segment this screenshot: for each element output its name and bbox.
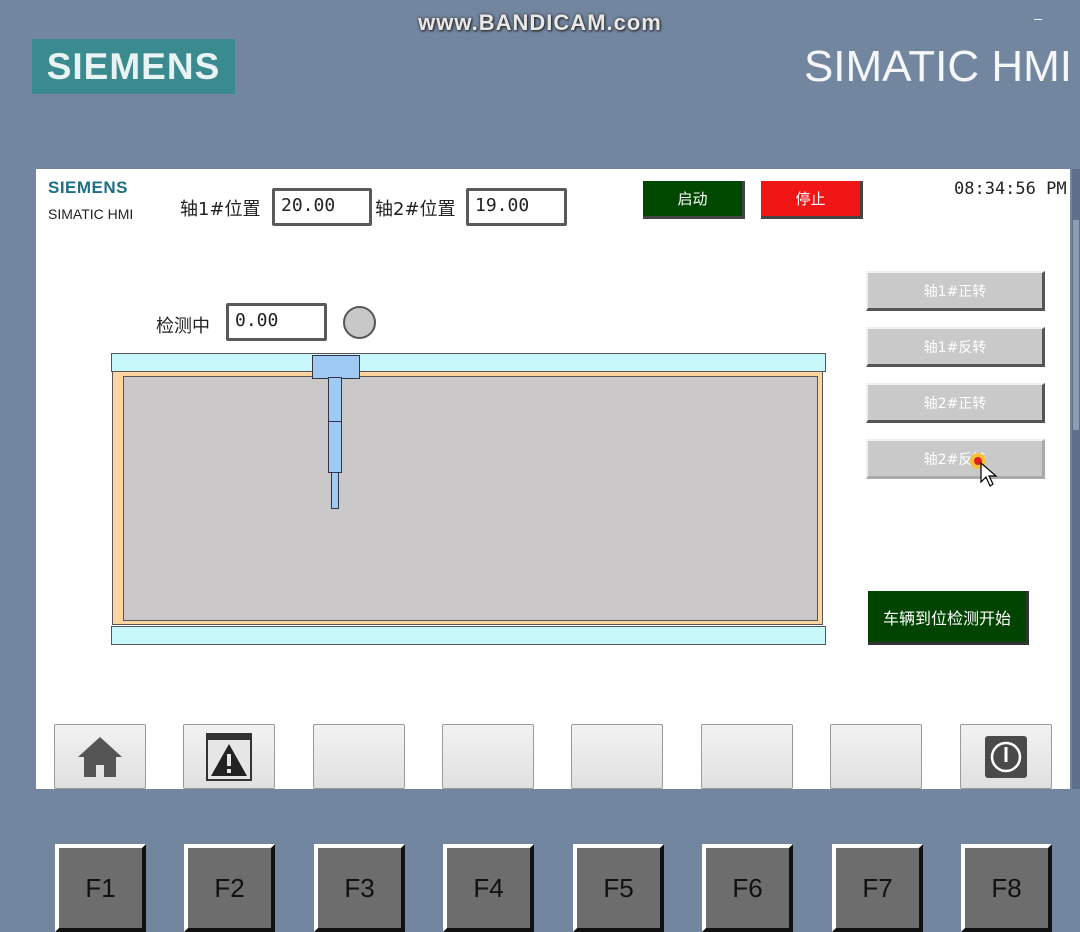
home-button[interactable]: [54, 724, 146, 789]
recording-watermark: www.BANDICAM.com: [418, 10, 662, 35]
f1-key[interactable]: F1: [55, 844, 146, 932]
f3-key[interactable]: F3: [314, 844, 405, 932]
axis1-position-field[interactable]: 20.00: [272, 188, 372, 226]
inspection-bay: [123, 376, 818, 621]
top-rail: [111, 353, 826, 372]
f2-key[interactable]: F2: [184, 844, 275, 932]
f5-key[interactable]: F5: [573, 844, 664, 932]
stop-button[interactable]: 停止: [761, 181, 863, 219]
hmi-screen: SIEMENS SIMATIC HMI 轴1#位置 20.00 轴2#位置 19…: [36, 169, 1070, 789]
mouse-cursor-icon: [980, 462, 998, 487]
axis2-position-label: 轴2#位置: [375, 199, 456, 220]
f7-key[interactable]: F7: [832, 844, 923, 932]
screen-button-3[interactable]: [313, 724, 405, 789]
power-icon: [985, 735, 1027, 778]
axis2-position-field[interactable]: 19.00: [466, 188, 567, 226]
f8-key[interactable]: F8: [961, 844, 1052, 932]
alarm-view-button[interactable]: [183, 724, 275, 789]
start-button[interactable]: 启动: [643, 181, 745, 219]
scrollbar-thumb[interactable]: [1073, 220, 1079, 430]
screen-siemens-logo: SIEMENS: [48, 178, 129, 197]
screen-button-6[interactable]: [701, 724, 793, 789]
axis1-forward-button[interactable]: 轴1#正转: [866, 271, 1045, 311]
vehicle-detection-start-button[interactable]: 车辆到位检测开始: [868, 591, 1029, 645]
axis2-forward-button[interactable]: 轴2#正转: [866, 383, 1045, 423]
minimize-icon[interactable]: –: [1034, 10, 1042, 26]
screen-button-4[interactable]: [442, 724, 534, 789]
power-button[interactable]: [960, 724, 1052, 789]
screen-product-label: SIMATIC HMI: [48, 206, 134, 222]
probe-tip: [331, 472, 339, 509]
screen-button-7[interactable]: [830, 724, 922, 789]
bezel-siemens-logo: SIEMENS: [32, 39, 235, 94]
clock-display: 08:34:56 PM: [954, 179, 1067, 199]
bottom-rail: [111, 626, 826, 645]
detection-label: 检测中: [156, 316, 210, 337]
f4-key[interactable]: F4: [443, 844, 534, 932]
axis-carriage: [312, 355, 360, 379]
probe-upper-segment: [328, 377, 342, 422]
bezel-model-label: SIMATIC HMI: [803, 42, 1072, 91]
probe-lower-segment: [328, 421, 342, 473]
screen-button-5[interactable]: [571, 724, 663, 789]
detection-status-lamp: [343, 306, 376, 339]
detection-value-field[interactable]: 0.00: [226, 303, 327, 341]
axis1-position-label: 轴1#位置: [180, 199, 261, 220]
f6-key[interactable]: F6: [702, 844, 793, 932]
alarm-warning-icon: [206, 732, 252, 781]
home-icon: [78, 736, 122, 777]
axis1-reverse-button[interactable]: 轴1#反转: [866, 327, 1045, 367]
axis2-reverse-button[interactable]: 轴2#反转: [866, 439, 1045, 479]
